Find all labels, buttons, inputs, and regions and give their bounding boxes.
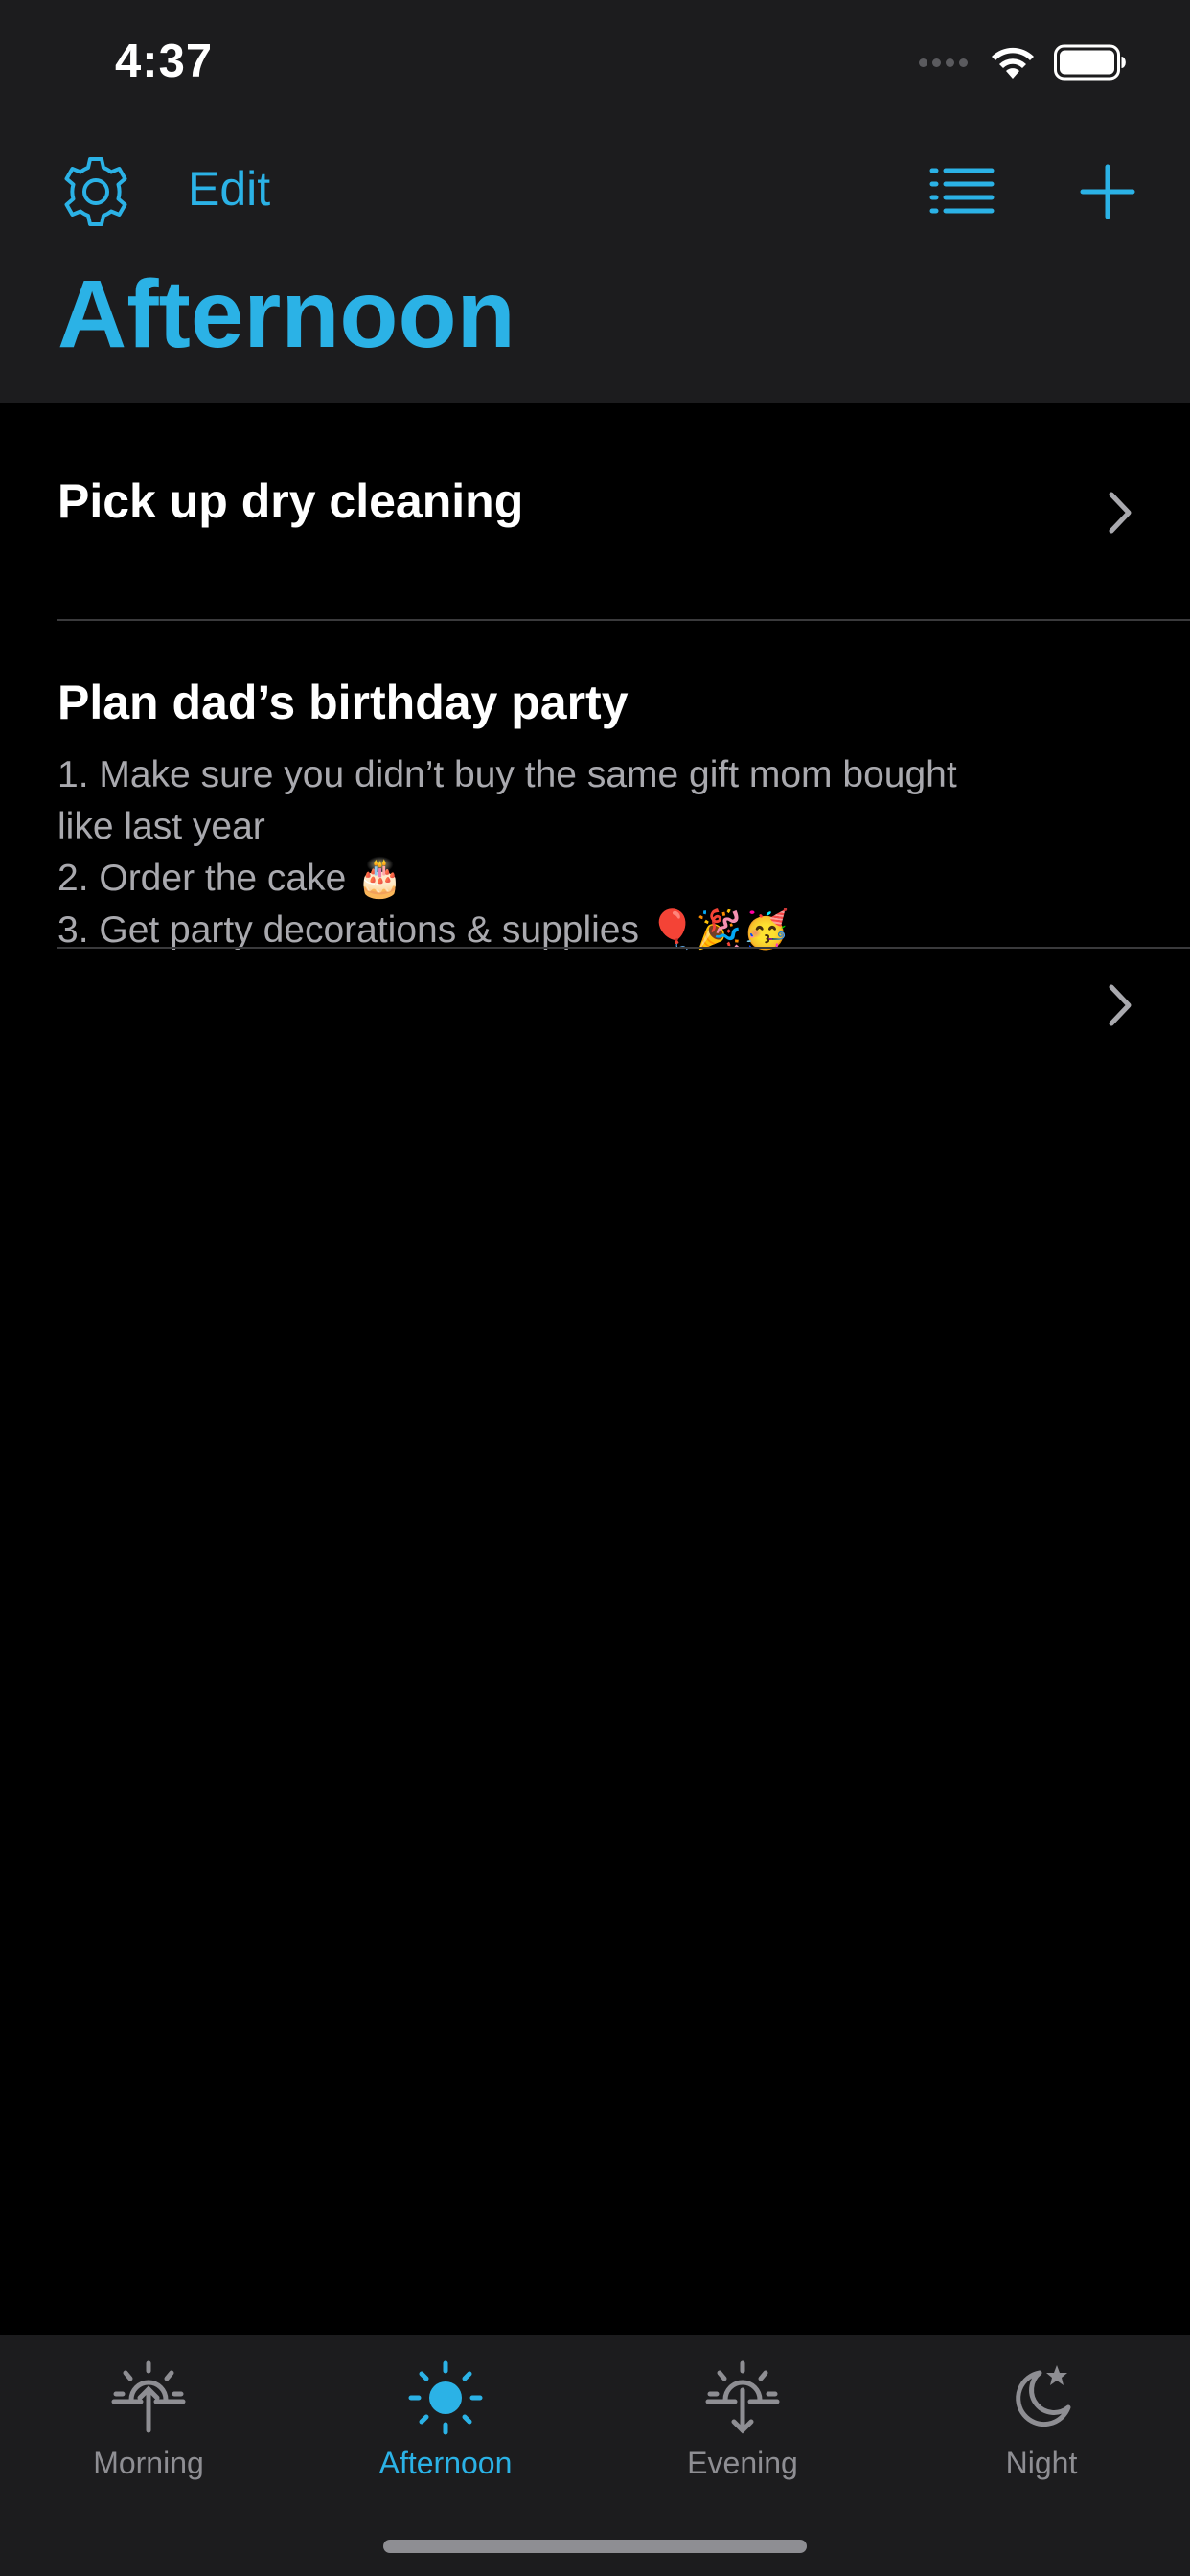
list-lines-icon: [929, 168, 995, 214]
task-title: Plan dad’s birthday party: [57, 676, 629, 729]
plus-icon: [1080, 164, 1135, 219]
chevron-right-icon: [1109, 984, 1132, 1026]
add-task-button[interactable]: [1069, 153, 1146, 230]
page-title: Afternoon: [57, 261, 515, 368]
task-row[interactable]: Plan dad’s birthday party 1. Make sure y…: [0, 621, 1190, 1026]
status-time: 4:37: [115, 35, 214, 87]
task-row[interactable]: Pick up dry cleaning: [0, 402, 1190, 621]
tab-evening[interactable]: Evening: [594, 2358, 891, 2501]
edit-button[interactable]: Edit: [188, 161, 270, 217]
row-divider: [57, 947, 1190, 949]
sunrise-icon: [111, 2360, 186, 2433]
tab-label: Morning: [93, 2446, 204, 2480]
battery-icon: [1054, 44, 1126, 80]
tab-label: Evening: [687, 2446, 798, 2480]
task-note-line: 2. Order the cake 🎂: [57, 858, 403, 899]
tab-night[interactable]: Night: [893, 2358, 1190, 2501]
nav-bar: Edit: [0, 144, 1190, 240]
chevron-right-icon: [1109, 492, 1132, 534]
task-note-line: 1. Make sure you didn’t buy the same gif…: [57, 754, 957, 795]
status-icons: [919, 44, 1127, 80]
wifi-icon: [992, 47, 1034, 79]
tab-afternoon[interactable]: Afternoon: [297, 2358, 594, 2501]
task-notes: 1. Make sure you didn’t buy the same gif…: [57, 749, 1044, 956]
navigation-header: 4:37 Edit Afternoon: [0, 0, 1190, 402]
tab-label: Afternoon: [378, 2446, 513, 2480]
gear-icon: [64, 157, 127, 226]
task-note-line: like last year: [57, 806, 265, 847]
list-options-button[interactable]: [924, 153, 1000, 230]
sunset-icon: [705, 2360, 780, 2434]
tab-morning[interactable]: Morning: [0, 2358, 297, 2501]
cellular-signal-icon: [919, 58, 968, 67]
moon-star-icon: [1016, 2365, 1071, 2427]
tab-label: Night: [1005, 2446, 1078, 2480]
settings-button[interactable]: [54, 150, 138, 234]
task-title: Pick up dry cleaning: [57, 474, 524, 528]
home-indicator[interactable]: [383, 2540, 807, 2553]
task-list: Pick up dry cleaning Plan dad’s birthday…: [0, 402, 1190, 1026]
sun-icon: [408, 2360, 483, 2435]
